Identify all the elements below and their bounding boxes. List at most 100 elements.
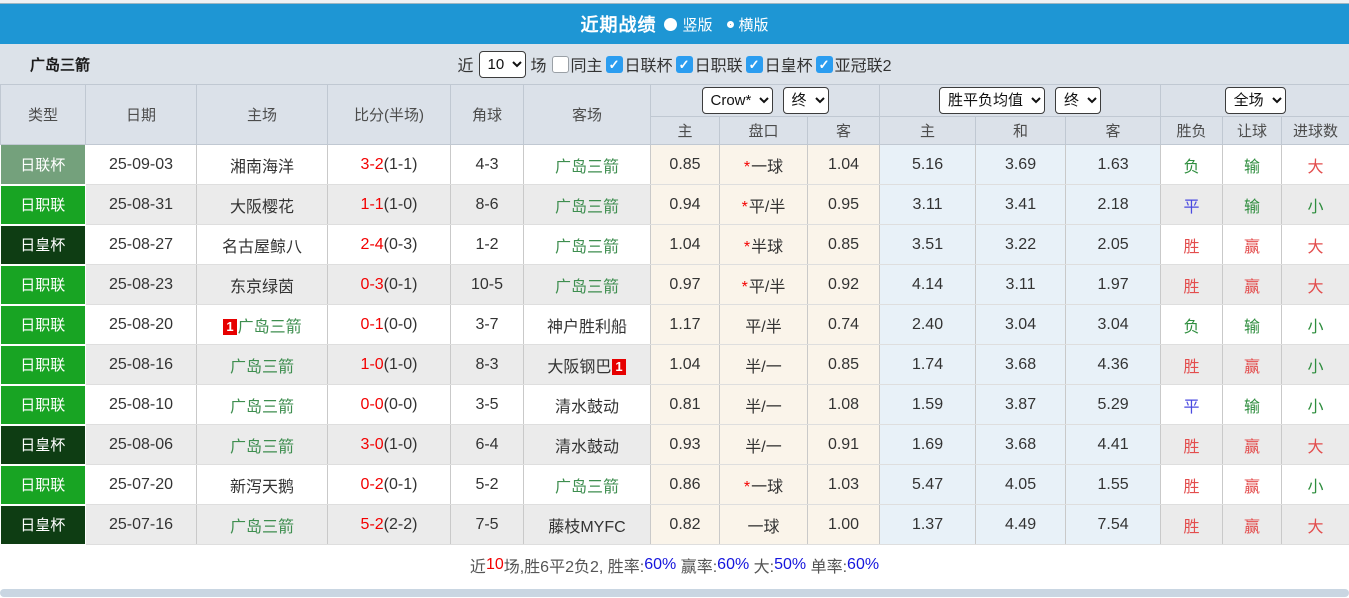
- away-team-name: 大阪钢巴: [547, 358, 612, 376]
- col-header-date: 日期: [85, 84, 197, 145]
- fulltime-score: 0-0: [360, 395, 384, 413]
- filter-group: 近 10 场 同主 ✓ 日联杯 ✓ 日职联 ✓ 日皇杯 ✓ 亚冠联2: [458, 50, 892, 78]
- home-odds-cell: 0.93: [650, 424, 720, 465]
- home-team-cell: 湘南海洋: [196, 144, 328, 185]
- checkbox-label: 日皇杯: [764, 58, 813, 75]
- fulltime-score: 3-2: [360, 155, 384, 173]
- goals-result-cell: 小: [1281, 384, 1349, 425]
- checkbox-unchecked-icon[interactable]: [551, 55, 569, 73]
- scope-select[interactable]: 全场: [1224, 87, 1286, 114]
- avg-draw-cell: 4.49: [975, 504, 1067, 545]
- radio-label: 竖版: [682, 16, 713, 34]
- away-team-cell: 广岛三箭: [523, 264, 651, 305]
- handicap-result-cell: 输: [1222, 184, 1283, 225]
- goals-result-cell: 大: [1281, 504, 1349, 545]
- goals-result-cell: 大: [1281, 424, 1349, 465]
- avg-odds-header: 胜平负均值 终: [879, 84, 1162, 117]
- summary-segment-1: 10: [485, 555, 504, 573]
- sub-col-header-4: 和: [975, 116, 1067, 145]
- handicap-cell: *平/半: [719, 264, 808, 305]
- avg-win-cell: 3.51: [879, 224, 977, 265]
- avg-type-select[interactable]: 胜平负均值: [939, 87, 1046, 114]
- fulltime-score: 0-1: [360, 315, 384, 333]
- date-cell: 25-08-23: [85, 264, 197, 305]
- type-cell: 日职联: [0, 184, 86, 226]
- avg-lose-cell: 1.63: [1065, 144, 1162, 185]
- sub-col-header-0: 主: [650, 116, 720, 145]
- handicap-result-cell: 输: [1222, 304, 1283, 345]
- score-cell: 3-0(1-0): [327, 424, 451, 465]
- away-team-cell: 广岛三箭: [523, 144, 651, 185]
- handicap-name: 一球: [751, 478, 784, 496]
- avg-win-cell: 1.69: [879, 424, 977, 465]
- date-cell: 25-07-20: [85, 464, 197, 505]
- halftime-score: (0-1): [383, 475, 418, 493]
- away-odds-cell: 0.85: [807, 224, 881, 265]
- away-odds-cell: 0.92: [807, 264, 881, 305]
- home-team-name: 广岛三箭: [237, 318, 302, 336]
- date-cell: 25-08-16: [85, 344, 197, 385]
- recent-count-select[interactable]: 10: [478, 50, 526, 78]
- handicap-cell: 半/一: [719, 344, 808, 385]
- layout-radio-horizontal[interactable]: 横版: [726, 14, 769, 35]
- filter-bar: 广岛三箭 近 10 场 同主 ✓ 日联杯 ✓ 日职联 ✓ 日皇杯 ✓ 亚冠联2: [0, 44, 1349, 84]
- bottom-scrollbar[interactable]: [0, 588, 1349, 597]
- radio-label: 横版: [738, 16, 769, 34]
- away-odds-cell: 1.04: [807, 144, 881, 185]
- checkbox-label: 同主: [570, 58, 603, 75]
- away-team-cell: 大阪钢巴 1: [523, 344, 651, 385]
- fulltime-score: 1-0: [360, 355, 384, 373]
- checkbox-checked-icon[interactable]: ✓: [605, 55, 623, 73]
- goals-result-cell: 小: [1281, 344, 1349, 385]
- home-odds-cell: 0.85: [650, 144, 720, 185]
- halftime-score: (1-0): [383, 355, 418, 373]
- avg-time-select[interactable]: 终: [1055, 87, 1102, 114]
- home-team-cell: 1 广岛三箭: [196, 304, 328, 345]
- handicap-cell: *一球: [719, 144, 808, 185]
- handicap-cell: *一球: [719, 464, 808, 505]
- result-cell: 负: [1160, 144, 1224, 185]
- halftime-score: (0-0): [383, 315, 418, 333]
- avg-draw-cell: 3.68: [975, 424, 1067, 465]
- home-team-cell: 广岛三箭: [196, 384, 328, 425]
- handicap-cell: *平/半: [719, 184, 808, 225]
- summary-segment-8: 50%: [774, 555, 807, 573]
- home-team-cell: 广岛三箭: [196, 344, 328, 385]
- away-team-name: 广岛三箭: [554, 158, 619, 176]
- layout-radio-vertical[interactable]: 竖版: [664, 14, 713, 35]
- odds-company-select[interactable]: Crow*: [701, 87, 773, 114]
- summary-segment-10: 60%: [847, 555, 880, 573]
- handicap-name: 半/一: [745, 398, 782, 416]
- away-team-name: 清水鼓动: [554, 438, 619, 456]
- checkbox-checked-icon[interactable]: ✓: [815, 55, 833, 73]
- table-row: 日职联 25-08-16 广岛三箭 1-0(1-0) 8-3 大阪钢巴 1 1.04 半/一 0.…: [0, 344, 1349, 386]
- filter-checkbox-1[interactable]: ✓ 日联杯: [605, 52, 673, 76]
- score-cell: 0-0(0-0): [327, 384, 451, 425]
- filter-checkbox-4[interactable]: ✓ 亚冠联2: [815, 52, 892, 76]
- checkbox-checked-icon[interactable]: ✓: [675, 55, 693, 73]
- fulltime-score: 1-1: [360, 195, 384, 213]
- filter-checkbox-0[interactable]: 同主: [551, 52, 603, 76]
- halftime-score: (0-1): [383, 275, 418, 293]
- handicap-name: 平/半: [745, 318, 782, 336]
- filter-checkbox-3[interactable]: ✓ 日皇杯: [745, 52, 813, 76]
- handicap-result-cell: 赢: [1222, 424, 1283, 465]
- sub-col-header-1: 盘口: [719, 116, 808, 145]
- radio-icon: [664, 17, 678, 31]
- home-team-cell: 广岛三箭: [196, 504, 328, 545]
- filter-checkbox-2[interactable]: ✓ 日职联: [675, 52, 743, 76]
- home-team-name: 名古屋鲸八: [221, 238, 302, 256]
- away-odds-cell: 1.03: [807, 464, 881, 505]
- sub-col-header-8: 进球数: [1281, 116, 1349, 145]
- corners-cell: 8-6: [450, 184, 524, 225]
- fulltime-score: 0-3: [360, 275, 384, 293]
- date-cell: 25-09-03: [85, 144, 197, 185]
- away-odds-cell: 0.91: [807, 424, 881, 465]
- handicap-name: 半球: [751, 238, 784, 256]
- handicap-result-cell: 赢: [1222, 464, 1283, 505]
- checkbox-checked-icon[interactable]: ✓: [745, 55, 763, 73]
- handicap-name: 一球: [747, 518, 780, 536]
- checkbox-label: 亚冠联2: [834, 58, 892, 75]
- odds-time-select[interactable]: 终: [782, 87, 829, 114]
- fulltime-score: 5-2: [360, 515, 384, 533]
